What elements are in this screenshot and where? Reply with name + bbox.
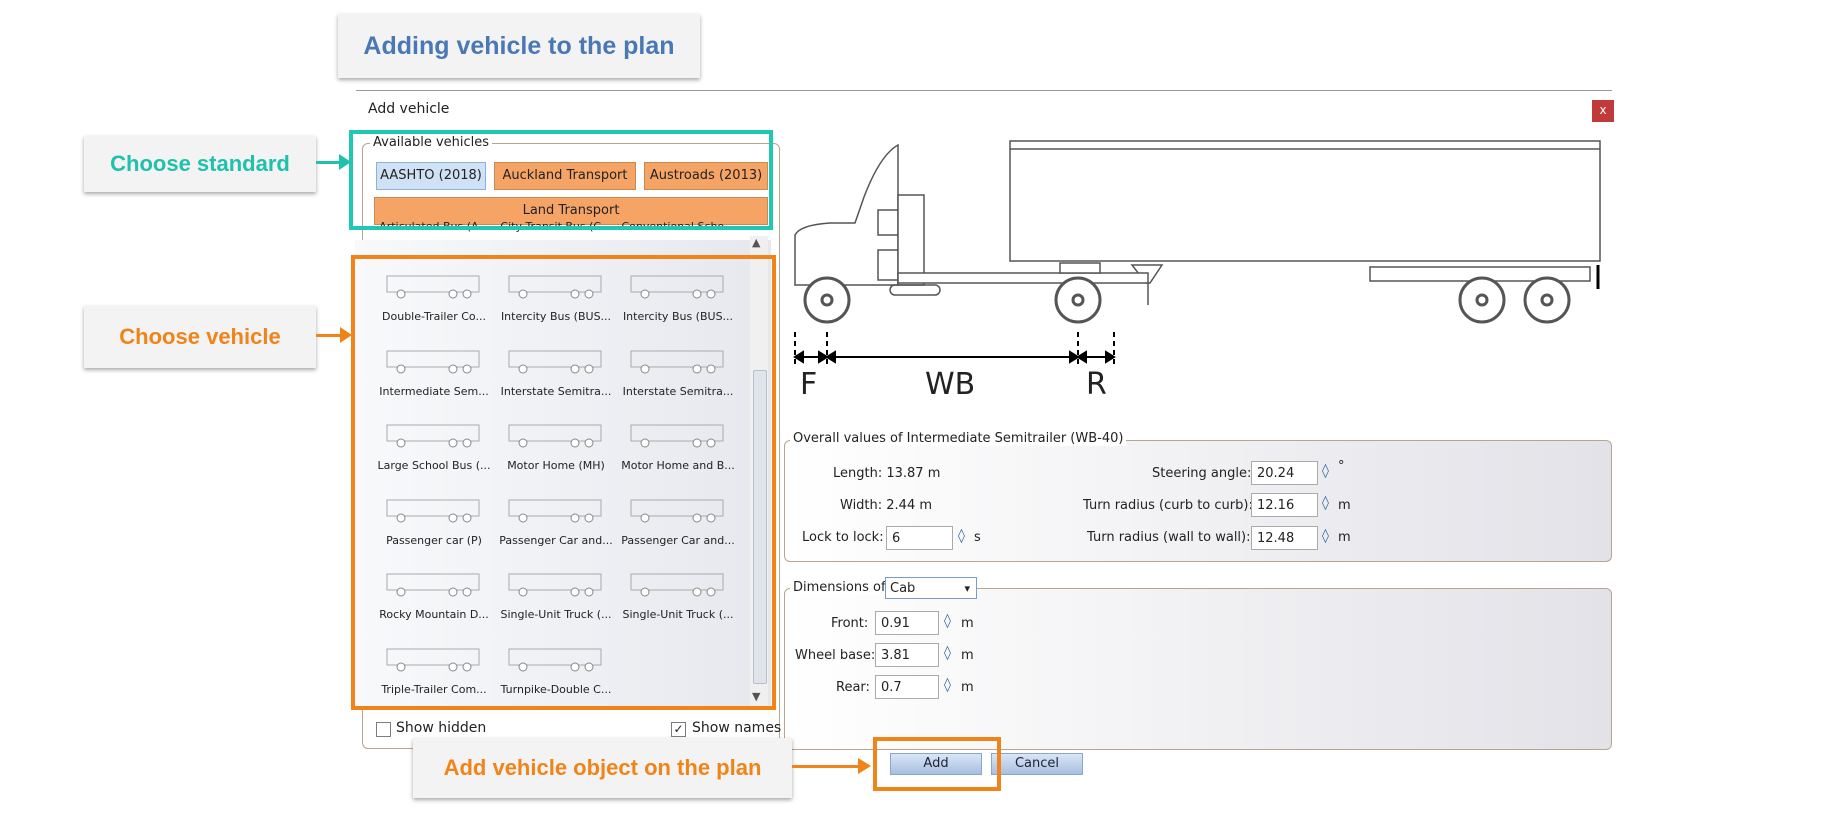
dimensions-select[interactable]: Cab ▾	[885, 577, 977, 599]
rear-unit: m	[961, 680, 974, 695]
turn-radius-wall-label: Turn radius (wall to wall):	[1087, 530, 1251, 545]
lock-to-lock-label: Lock to lock:	[802, 530, 884, 545]
front-dimension-label: F	[800, 367, 818, 402]
steering-angle-label: Steering angle:	[1152, 466, 1252, 481]
turn-radius-curb-input[interactable]: 12.16	[1251, 493, 1318, 517]
choose-standard-callout: Choose standard	[84, 136, 316, 192]
vehicle-diagram	[793, 140, 1601, 365]
wheel-base-label: Wheel base:	[795, 648, 876, 663]
steering-unit: °	[1338, 459, 1345, 474]
wheelbase-dimension-label: WB	[925, 367, 976, 402]
standard-highlight	[349, 130, 773, 230]
steering-spin-icon[interactable]: ◊	[1322, 463, 1329, 479]
length-value: Length: 13.87 m	[833, 466, 941, 481]
width-value: Width: 2.44 m	[840, 498, 933, 513]
wheel-base-input[interactable]: 3.81	[875, 643, 939, 667]
standard-arrow-head	[339, 154, 351, 170]
lock-to-lock-input[interactable]: 6	[886, 526, 953, 550]
page-title: Adding vehicle to the plan	[338, 14, 700, 78]
front-spin-icon[interactable]: ◊	[944, 613, 951, 629]
show-hidden-label: Show hidden	[396, 720, 487, 736]
rear-input[interactable]: 0.7	[875, 675, 939, 699]
dimensions-label: Dimensions of	[790, 580, 889, 595]
cancel-button[interactable]: Cancel	[991, 753, 1083, 775]
vehicle-arrow-head	[340, 327, 352, 343]
show-names-checkbox[interactable]: ✓	[671, 722, 686, 737]
rear-spin-icon[interactable]: ◊	[944, 677, 951, 693]
steering-angle-input[interactable]: 20.24	[1251, 461, 1318, 485]
lock-unit: s	[974, 530, 981, 545]
rear-label: Rear:	[836, 680, 870, 695]
lock-spin-icon[interactable]: ◊	[958, 528, 965, 544]
show-names-label: Show names	[692, 720, 782, 736]
wall-unit: m	[1338, 530, 1351, 545]
choose-vehicle-callout: Choose vehicle	[84, 306, 316, 368]
turn-radius-wall-input[interactable]: 12.48	[1251, 526, 1318, 550]
overall-values-label: Overall values of Intermediate Semitrail…	[790, 431, 1127, 446]
rear-dimension-label: R	[1086, 367, 1107, 402]
curb-unit: m	[1338, 498, 1351, 513]
add-vehicle-callout: Add vehicle object on the plan	[413, 738, 792, 798]
wall-spin-icon[interactable]: ◊	[1322, 528, 1329, 544]
curb-spin-icon[interactable]: ◊	[1322, 495, 1329, 511]
wheel-base-unit: m	[961, 648, 974, 663]
chevron-down-icon: ▾	[964, 582, 970, 595]
add-arrow-head	[858, 758, 871, 774]
front-unit: m	[961, 616, 974, 631]
wheelbase-spin-icon[interactable]: ◊	[944, 645, 951, 661]
vehicle-highlight	[351, 255, 776, 710]
show-hidden-checkbox[interactable]	[376, 722, 391, 737]
turn-radius-curb-label: Turn radius (curb to curb):	[1083, 498, 1253, 513]
add-arrow	[792, 765, 860, 768]
front-label: Front:	[831, 616, 869, 631]
front-input[interactable]: 0.91	[875, 611, 939, 635]
close-button[interactable]: x	[1592, 100, 1614, 122]
dialog-title: Add vehicle	[368, 101, 450, 117]
dimensions-selected-value: Cab	[890, 581, 916, 596]
scroll-up-icon[interactable]: ▲	[752, 236, 760, 249]
add-highlight	[873, 737, 1001, 791]
